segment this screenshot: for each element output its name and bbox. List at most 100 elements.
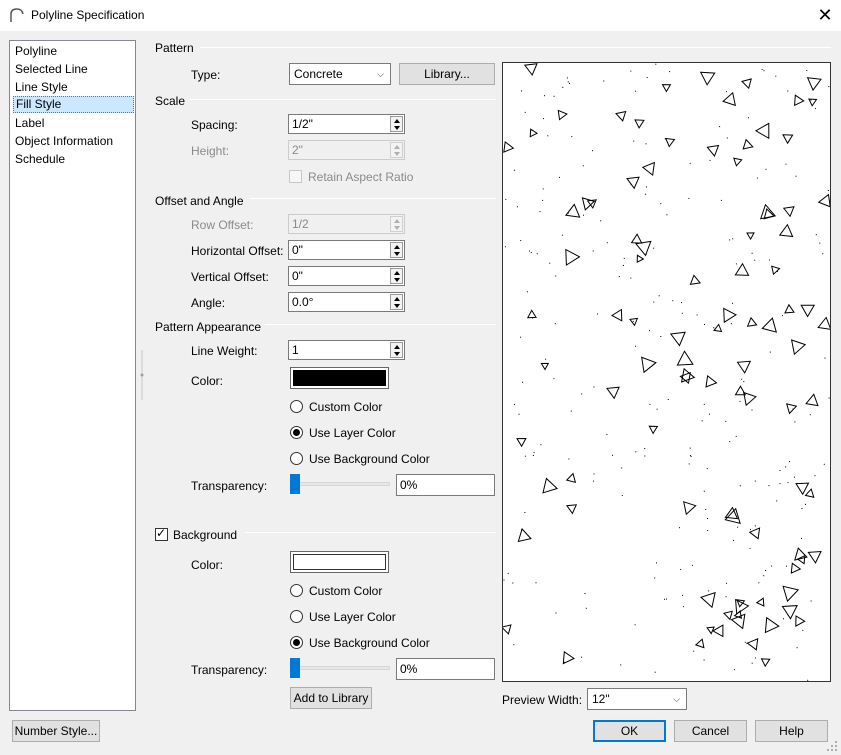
cancel-button[interactable]: Cancel [674, 720, 747, 742]
pattern-speck [681, 302, 683, 304]
preview-width-select[interactable]: 12" ⌵ [587, 688, 687, 710]
background-layer-color-radio[interactable] [290, 610, 303, 623]
background-separator [245, 532, 496, 533]
pattern-speck [709, 413, 710, 415]
pattern-speck [656, 562, 657, 564]
background-bg-color-label: Use Background Color [309, 636, 430, 650]
add-to-library-button[interactable]: Add to Library [290, 687, 372, 709]
offset-angle-header: Offset and Angle [155, 194, 244, 208]
line-weight-label: Line Weight: [191, 344, 258, 358]
retain-aspect-checkbox[interactable] [289, 170, 302, 183]
pattern-triangle [634, 119, 645, 129]
pattern-speck [532, 317, 534, 319]
pattern-speck [630, 183, 632, 185]
nav-item-label[interactable]: Label [13, 115, 134, 132]
help-button[interactable]: Help [755, 720, 828, 742]
close-icon[interactable]: ✕ [813, 4, 837, 26]
spin-arrows-icon[interactable] [390, 116, 403, 132]
pattern-speck [751, 252, 753, 254]
spin-arrows-icon[interactable] [390, 216, 403, 232]
nav-item-object-information[interactable]: Object Information [13, 133, 134, 150]
pattern-triangle [784, 303, 795, 314]
pattern-speck [513, 169, 515, 171]
pattern-speck [755, 657, 756, 659]
pattern-speck [633, 140, 635, 142]
pattern-speck [571, 136, 573, 138]
pattern-triangle [782, 585, 800, 603]
spin-arrows-icon[interactable] [390, 342, 403, 358]
pattern-speck [754, 259, 756, 261]
resize-grip-icon[interactable] [826, 740, 838, 752]
pattern-triangle [746, 232, 755, 241]
spin-arrows-icon[interactable] [390, 268, 403, 284]
pattern-speck [630, 277, 632, 279]
ok-button[interactable]: OK [593, 720, 666, 742]
pattern-transparency-track[interactable] [292, 482, 390, 486]
background-transparency-input[interactable]: 0% [396, 658, 495, 680]
vertical-offset-value: 0" [292, 269, 303, 283]
pattern-triangle [562, 650, 575, 665]
pattern-speck [532, 455, 534, 456]
pattern-speck [606, 242, 608, 244]
nav-item-line-style[interactable]: Line Style [13, 79, 134, 96]
row-offset-stepper[interactable]: 1/2 [288, 214, 405, 234]
pattern-speck [581, 656, 583, 658]
pattern-speck [618, 276, 620, 277]
pattern-color-button[interactable] [290, 367, 389, 389]
pattern-speck [735, 435, 737, 437]
horizontal-offset-value: 0" [292, 243, 303, 257]
spin-arrows-icon[interactable] [390, 294, 403, 310]
nav-item-polyline[interactable]: Polyline [13, 43, 134, 60]
vertical-offset-stepper[interactable]: 0" [288, 266, 405, 286]
spin-arrows-icon[interactable] [390, 242, 403, 258]
pattern-layer-color-radio[interactable] [290, 426, 303, 439]
pattern-transparency-thumb[interactable] [290, 474, 300, 494]
pattern-speck [704, 324, 705, 325]
pattern-type-select[interactable]: Concrete ⌵ [289, 63, 391, 85]
pattern-speck [533, 451, 535, 453]
horizontal-offset-label: Horizontal Offset: [191, 244, 284, 258]
pattern-speck [547, 135, 549, 137]
spin-arrows-icon[interactable] [390, 142, 403, 158]
pattern-speck [549, 262, 551, 264]
background-transparency-track[interactable] [292, 666, 390, 670]
splitter-handle[interactable] [140, 350, 144, 400]
height-stepper[interactable]: 2" [288, 140, 405, 160]
pattern-triangle [503, 140, 515, 153]
retain-aspect-label: Retain Aspect Ratio [308, 170, 414, 184]
pattern-bg-color-radio[interactable] [290, 452, 303, 465]
pattern-speck [562, 86, 564, 88]
pattern-custom-color-radio[interactable] [290, 400, 303, 413]
horizontal-offset-stepper[interactable]: 0" [288, 240, 405, 260]
background-checkbox[interactable]: ✓ [155, 526, 168, 541]
pattern-speck [689, 447, 691, 449]
library-button[interactable]: Library... [399, 63, 495, 85]
pattern-speck [737, 526, 739, 528]
pattern-speck [785, 466, 787, 468]
pattern-speck [593, 386, 595, 388]
background-transparency-thumb[interactable] [290, 658, 300, 678]
background-bg-color-radio[interactable] [290, 636, 303, 649]
nav-item-fill-style[interactable]: Fill Style [13, 96, 134, 113]
pattern-triangle [669, 331, 686, 347]
pattern-triangle [782, 206, 795, 218]
pattern-speck [542, 199, 544, 201]
pattern-speck [819, 242, 821, 244]
background-custom-color-radio[interactable] [290, 584, 303, 597]
preview-width-label: Preview Width: [502, 693, 583, 707]
number-style-button[interactable]: Number Style... [12, 720, 100, 742]
angle-stepper[interactable]: 0.0° [288, 292, 405, 312]
pattern-transparency-input[interactable]: 0% [396, 474, 495, 496]
pattern-speck [544, 95, 545, 97]
pattern-speck [522, 381, 524, 383]
pattern-speck [653, 247, 655, 249]
pattern-triangle [817, 193, 830, 208]
pattern-speck [656, 408, 658, 410]
nav-item-schedule[interactable]: Schedule [13, 151, 134, 168]
pattern-speck [789, 461, 790, 463]
pattern-speck [779, 470, 781, 471]
spacing-stepper[interactable]: 1/2" [288, 114, 405, 134]
line-weight-stepper[interactable]: 1 [288, 340, 405, 360]
nav-item-selected-line[interactable]: Selected Line [13, 61, 134, 78]
background-color-button[interactable] [290, 551, 389, 573]
